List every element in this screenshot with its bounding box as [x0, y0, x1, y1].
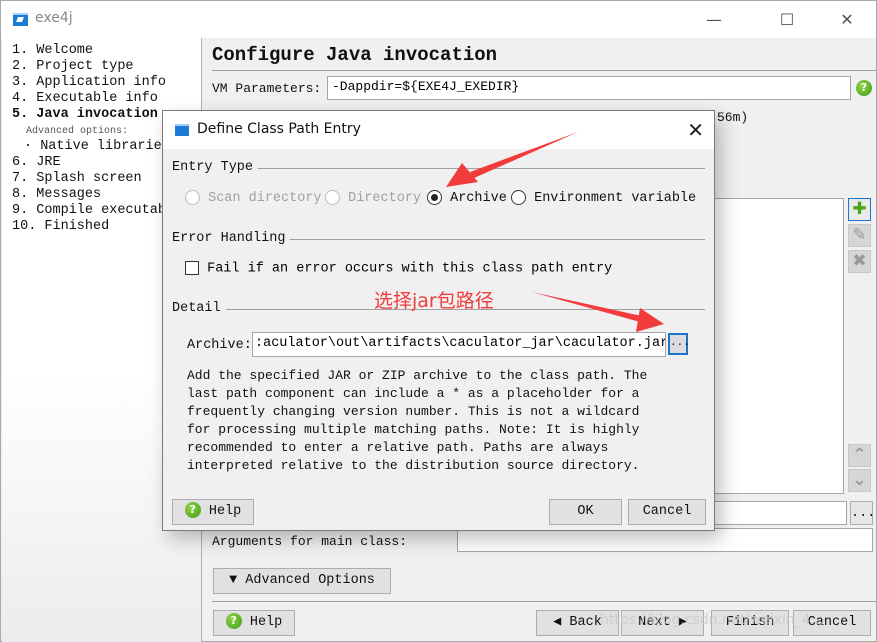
help-button[interactable]: ? Help [213, 610, 295, 636]
radio-circle [325, 190, 340, 205]
dialog-cancel-button[interactable]: Cancel [628, 499, 706, 525]
minimize-button[interactable]: — [691, 5, 737, 35]
help-icon: ? [225, 613, 242, 630]
title-bar: exe4j — ☐ ✕ [1, 1, 876, 38]
help-icon[interactable]: ? [856, 80, 872, 96]
radio-circle [185, 190, 200, 205]
radio-archive[interactable]: Archive [427, 190, 507, 206]
add-entry-button[interactable]: ✚ [848, 198, 871, 221]
move-down-button[interactable]: ⌄ [848, 469, 871, 492]
dialog-ok-button[interactable]: OK [549, 499, 622, 525]
page-title: Configure Java invocation [212, 44, 498, 66]
move-up-button[interactable]: ⌃ [848, 444, 871, 467]
arguments-label: Arguments for main class: [212, 534, 408, 549]
step-welcome[interactable]: 1. Welcome [12, 43, 93, 58]
checkbox-label: Fail if an error occurs with this class … [207, 261, 613, 277]
radio-directory[interactable]: Directory [325, 190, 421, 206]
help-button-label: Help [249, 615, 283, 630]
main-class-browse-button[interactable]: ... [850, 501, 875, 525]
radio-label: Archive [450, 191, 507, 207]
archive-label: Archive: [187, 338, 252, 353]
step-messages[interactable]: 8. Messages [12, 187, 101, 202]
help-button-label: Help [208, 504, 242, 519]
archive-description: Add the specified JAR or ZIP archive to … [187, 368, 648, 473]
edit-entry-button[interactable]: ✎ [848, 224, 871, 247]
radio-label: Directory [348, 191, 422, 207]
step-compile-executable[interactable]: 9. Compile executable [12, 203, 182, 218]
radio-scan-directory[interactable]: Scan directory [185, 190, 322, 206]
app-icon [13, 13, 28, 26]
advanced-options-heading: Advanced options: [26, 126, 129, 137]
dialog-app-icon [175, 124, 189, 136]
dialog-help-button[interactable]: ? Help [172, 499, 254, 525]
step-native-libraries[interactable]: · Native libraries [24, 139, 170, 154]
vm-option-partial-text: 56m) [717, 110, 749, 125]
annotation-text: 选择jar包路径 [374, 290, 494, 312]
fail-on-error-checkbox[interactable]: Fail if an error occurs with this class … [185, 261, 612, 277]
vm-parameters-label: VM Parameters: [212, 81, 322, 96]
step-finished[interactable]: 10. Finished [12, 219, 109, 234]
step-project-type[interactable]: 2. Project type [12, 59, 134, 74]
checkbox-box [185, 261, 199, 275]
arguments-input[interactable] [457, 528, 873, 552]
radio-label: Scan directory [208, 191, 322, 207]
dialog-title-bar: Define Class Path Entry ✕ [163, 111, 714, 149]
step-java-invocation[interactable]: 5. Java invocation [12, 107, 158, 122]
step-executable-info[interactable]: 4. Executable info [12, 91, 158, 106]
radio-circle-checked [427, 190, 442, 205]
window-title: exe4j [35, 10, 73, 26]
error-handling-label: Error Handling [172, 231, 291, 246]
step-application-info[interactable]: 3. Application info [12, 75, 166, 90]
help-icon: ? [184, 502, 201, 519]
footer-divider [212, 601, 876, 602]
archive-path-input[interactable]: :aculator\out\artifacts\caculator_jar\ca… [252, 332, 666, 357]
step-jre[interactable]: 6. JRE [12, 155, 61, 170]
dialog-title: Define Class Path Entry [197, 121, 361, 137]
dialog-close-icon[interactable]: ✕ [687, 118, 704, 142]
define-class-path-entry-dialog: Define Class Path Entry ✕ Entry Type Sca… [162, 110, 715, 531]
entry-type-label: Entry Type [172, 160, 259, 175]
close-button[interactable]: ✕ [824, 5, 870, 35]
detail-label: Detail [172, 301, 226, 316]
archive-browse-button[interactable]: ... [668, 333, 690, 355]
radio-environment-variable[interactable]: Environment variable [511, 190, 696, 206]
csdn-watermark: https://blog.csdn.net/weixin_4... [600, 612, 825, 628]
remove-entry-button[interactable]: ✖ [848, 250, 871, 273]
maximize-button[interactable]: ☐ [764, 5, 810, 35]
advanced-options-button[interactable]: ▼ Advanced Options [213, 568, 391, 594]
radio-label: Environment variable [534, 191, 697, 207]
vm-parameters-input[interactable]: -Dappdir=${EXE4J_EXEDIR} [327, 76, 851, 100]
radio-circle [511, 190, 526, 205]
title-divider [212, 70, 876, 71]
step-splash-screen[interactable]: 7. Splash screen [12, 171, 142, 186]
